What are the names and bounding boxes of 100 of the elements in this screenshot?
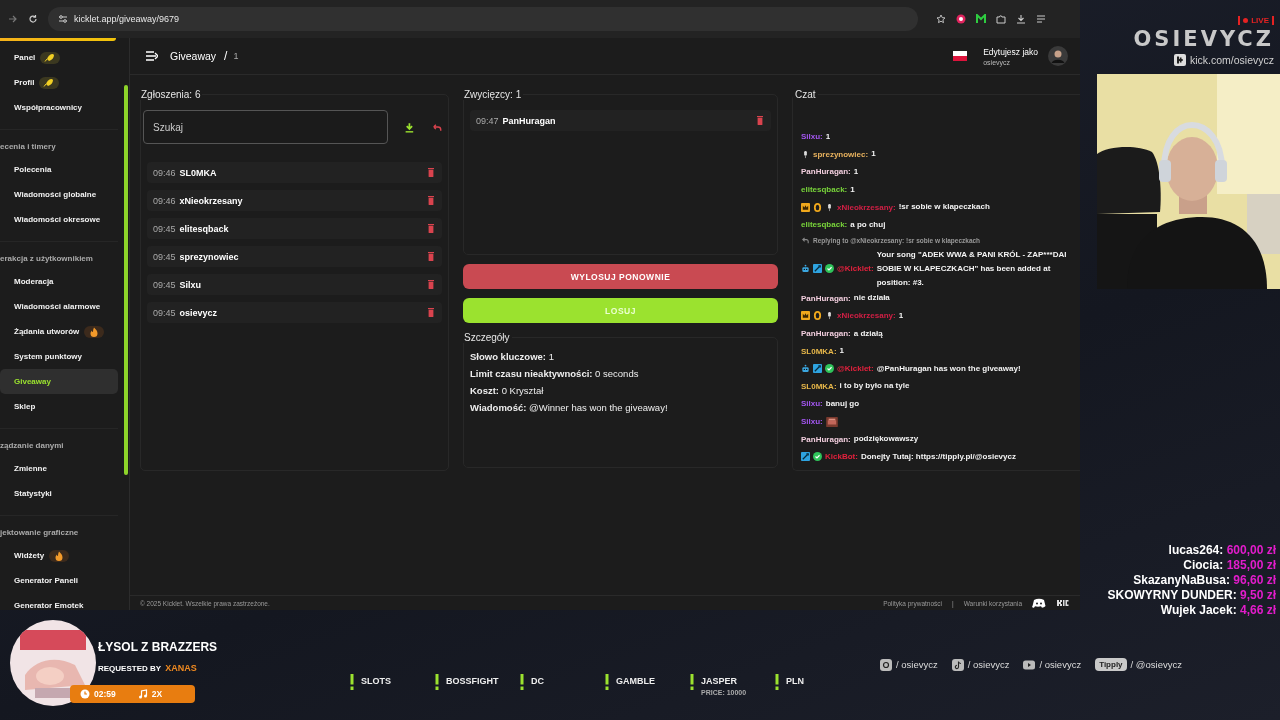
chat-message: i to by było na tyle [839, 380, 911, 393]
download-icon[interactable] [1016, 14, 1026, 24]
menu-icon[interactable] [146, 51, 158, 61]
search-field[interactable]: Szukaj [143, 110, 389, 144]
sidebar-item[interactable]: Generator Paneli [0, 568, 118, 593]
chat-username[interactable]: PanHuragan: [801, 167, 851, 177]
trash-icon[interactable] [428, 280, 434, 289]
trash-icon[interactable] [428, 308, 434, 317]
song-multiplier: 2X [151, 689, 163, 699]
entry-time: 09:45 [153, 279, 176, 290]
exclamation-icon [605, 674, 609, 690]
section-heading: erakcja z użytkownikiem [0, 253, 94, 265]
tab-list-icon[interactable] [1036, 14, 1046, 24]
detail-line: Wiadomość: @Winner has won the giveaway! [470, 402, 669, 413]
entry-name: elitesqback [179, 223, 229, 234]
reload-icon[interactable] [28, 14, 38, 24]
chat-username[interactable]: Silxu: [801, 132, 823, 142]
breadcrumb-page[interactable]: Giveaway [170, 50, 217, 62]
winner-time: 09:47 [476, 115, 499, 126]
chat-username[interactable]: elitesqback: [801, 220, 848, 230]
sidebar-item[interactable]: Żądania utworów [0, 319, 118, 344]
sidebar-item[interactable]: Wiadomości alarmowe [0, 294, 118, 319]
trash-icon[interactable] [757, 116, 763, 125]
microphone-icon [801, 149, 810, 159]
sidebar-item[interactable]: Współpracownicy [0, 95, 118, 120]
trash-icon[interactable] [428, 224, 434, 233]
chat-username[interactable]: KickBot: [825, 452, 858, 462]
forward-icon[interactable] [8, 14, 18, 24]
redraw-button[interactable]: WYLOSUJ PONOWNIE [463, 264, 778, 289]
verified-badge-icon [813, 452, 822, 462]
undo-icon[interactable] [431, 121, 442, 133]
editing-as-label: Edytujesz jako [983, 46, 1038, 57]
command-label: DC [531, 675, 544, 688]
youtube-icon [1023, 658, 1036, 671]
crown-badge-icon [801, 311, 810, 321]
ring-badge-icon [813, 202, 822, 212]
detail-line: Koszt: 0 Kryształ [470, 385, 545, 396]
requester-name: XANAS [165, 663, 197, 673]
donation-entry: lucas264: 600,00 zł [1168, 543, 1276, 558]
sidebar-item[interactable]: Giveaway [0, 369, 118, 394]
sidebar-item[interactable]: Zmienne [0, 456, 118, 481]
chat-username[interactable]: elitesqback: [801, 185, 848, 195]
avatar[interactable] [1048, 46, 1068, 66]
exclamation-icon [690, 674, 694, 690]
sidebar-item[interactable]: Polecenia [0, 157, 118, 182]
chat-username[interactable]: PanHuragan: [801, 434, 851, 444]
chat-username[interactable]: PanHuragan: [801, 293, 851, 303]
sidebar-item[interactable]: Wiadomości globalne [0, 182, 118, 207]
entry-name: sprezynowiec [179, 251, 239, 262]
star-icon[interactable] [936, 14, 946, 24]
chat-username[interactable]: @Kicklet: [837, 364, 874, 374]
sidebar-item[interactable]: System punktowy [0, 344, 118, 369]
sidebar-item[interactable]: Panel [0, 45, 118, 70]
download-icon[interactable] [404, 121, 416, 133]
flag-icon[interactable] [953, 51, 968, 61]
trash-icon[interactable] [428, 196, 434, 205]
sidebar-item[interactable]: Sklep [0, 394, 118, 419]
sidebar-item[interactable]: Generator Emotek [0, 593, 118, 610]
panel-title: Czat [794, 90, 817, 100]
sidebar-item[interactable]: Moderacja [0, 269, 118, 294]
robot-badge-icon [801, 264, 810, 274]
detail-line: Limit czasu nieaktywności: 0 seconds [470, 368, 640, 379]
trash-icon[interactable] [428, 168, 434, 177]
tipply-tag: Tipply [1095, 658, 1127, 671]
chat-username[interactable]: sprezynowiec: [813, 149, 869, 159]
chat-username[interactable]: @Kicklet: [837, 264, 874, 274]
section-heading: jektowanie graficzne [0, 527, 80, 539]
exclamation-icon [775, 674, 779, 690]
chat-message: @PanHuragan has won the giveaway! [876, 362, 1022, 375]
social-handle: / osievycz [967, 659, 1010, 670]
sidebar-item[interactable]: Widżety [0, 543, 118, 568]
scrollbar[interactable] [124, 85, 128, 475]
chat-username[interactable]: PanHuragan: [801, 329, 851, 339]
channel-url: kick.com/osievycz [1190, 54, 1274, 66]
music-note-icon [137, 689, 148, 699]
chat-username[interactable]: SL0MKA: [801, 346, 837, 356]
sidebar-item[interactable]: Statystyki [0, 481, 118, 506]
chat-username[interactable]: Silxu: [801, 417, 823, 426]
chat-message: a po chuj [850, 218, 887, 231]
crown-badge-icon [801, 202, 810, 212]
chat-message: 1 [898, 309, 905, 322]
address-bar[interactable]: kicklet.app/giveaway/9679 [48, 7, 918, 31]
sidebar-item[interactable]: Profil [0, 70, 118, 95]
panel-title: Szczegóły [463, 332, 511, 343]
chat-message: !sr sobie w klapeczkach [898, 201, 991, 214]
sword-badge-icon [813, 364, 822, 374]
entry-time: 09:45 [153, 223, 176, 234]
donation-entry: SkazanyNaBusa: 96,60 zł [1133, 573, 1276, 588]
sword-badge-icon [801, 452, 810, 462]
social-handle: / @osievycz [1130, 659, 1182, 670]
kick-logo-icon[interactable] [1056, 598, 1070, 608]
command-label: PLN [786, 675, 804, 688]
sidebar-item[interactable]: Wiadomości okresowe [0, 207, 118, 232]
chat-username[interactable]: Silxu: [801, 399, 823, 409]
command-label: JASPER [701, 675, 738, 688]
chat-message: 1 [853, 166, 860, 178]
discord-icon[interactable] [1032, 598, 1046, 608]
sword-badge-icon [813, 264, 822, 274]
chat-username[interactable]: SL0MKA: [801, 381, 837, 391]
trash-icon[interactable] [428, 252, 434, 261]
